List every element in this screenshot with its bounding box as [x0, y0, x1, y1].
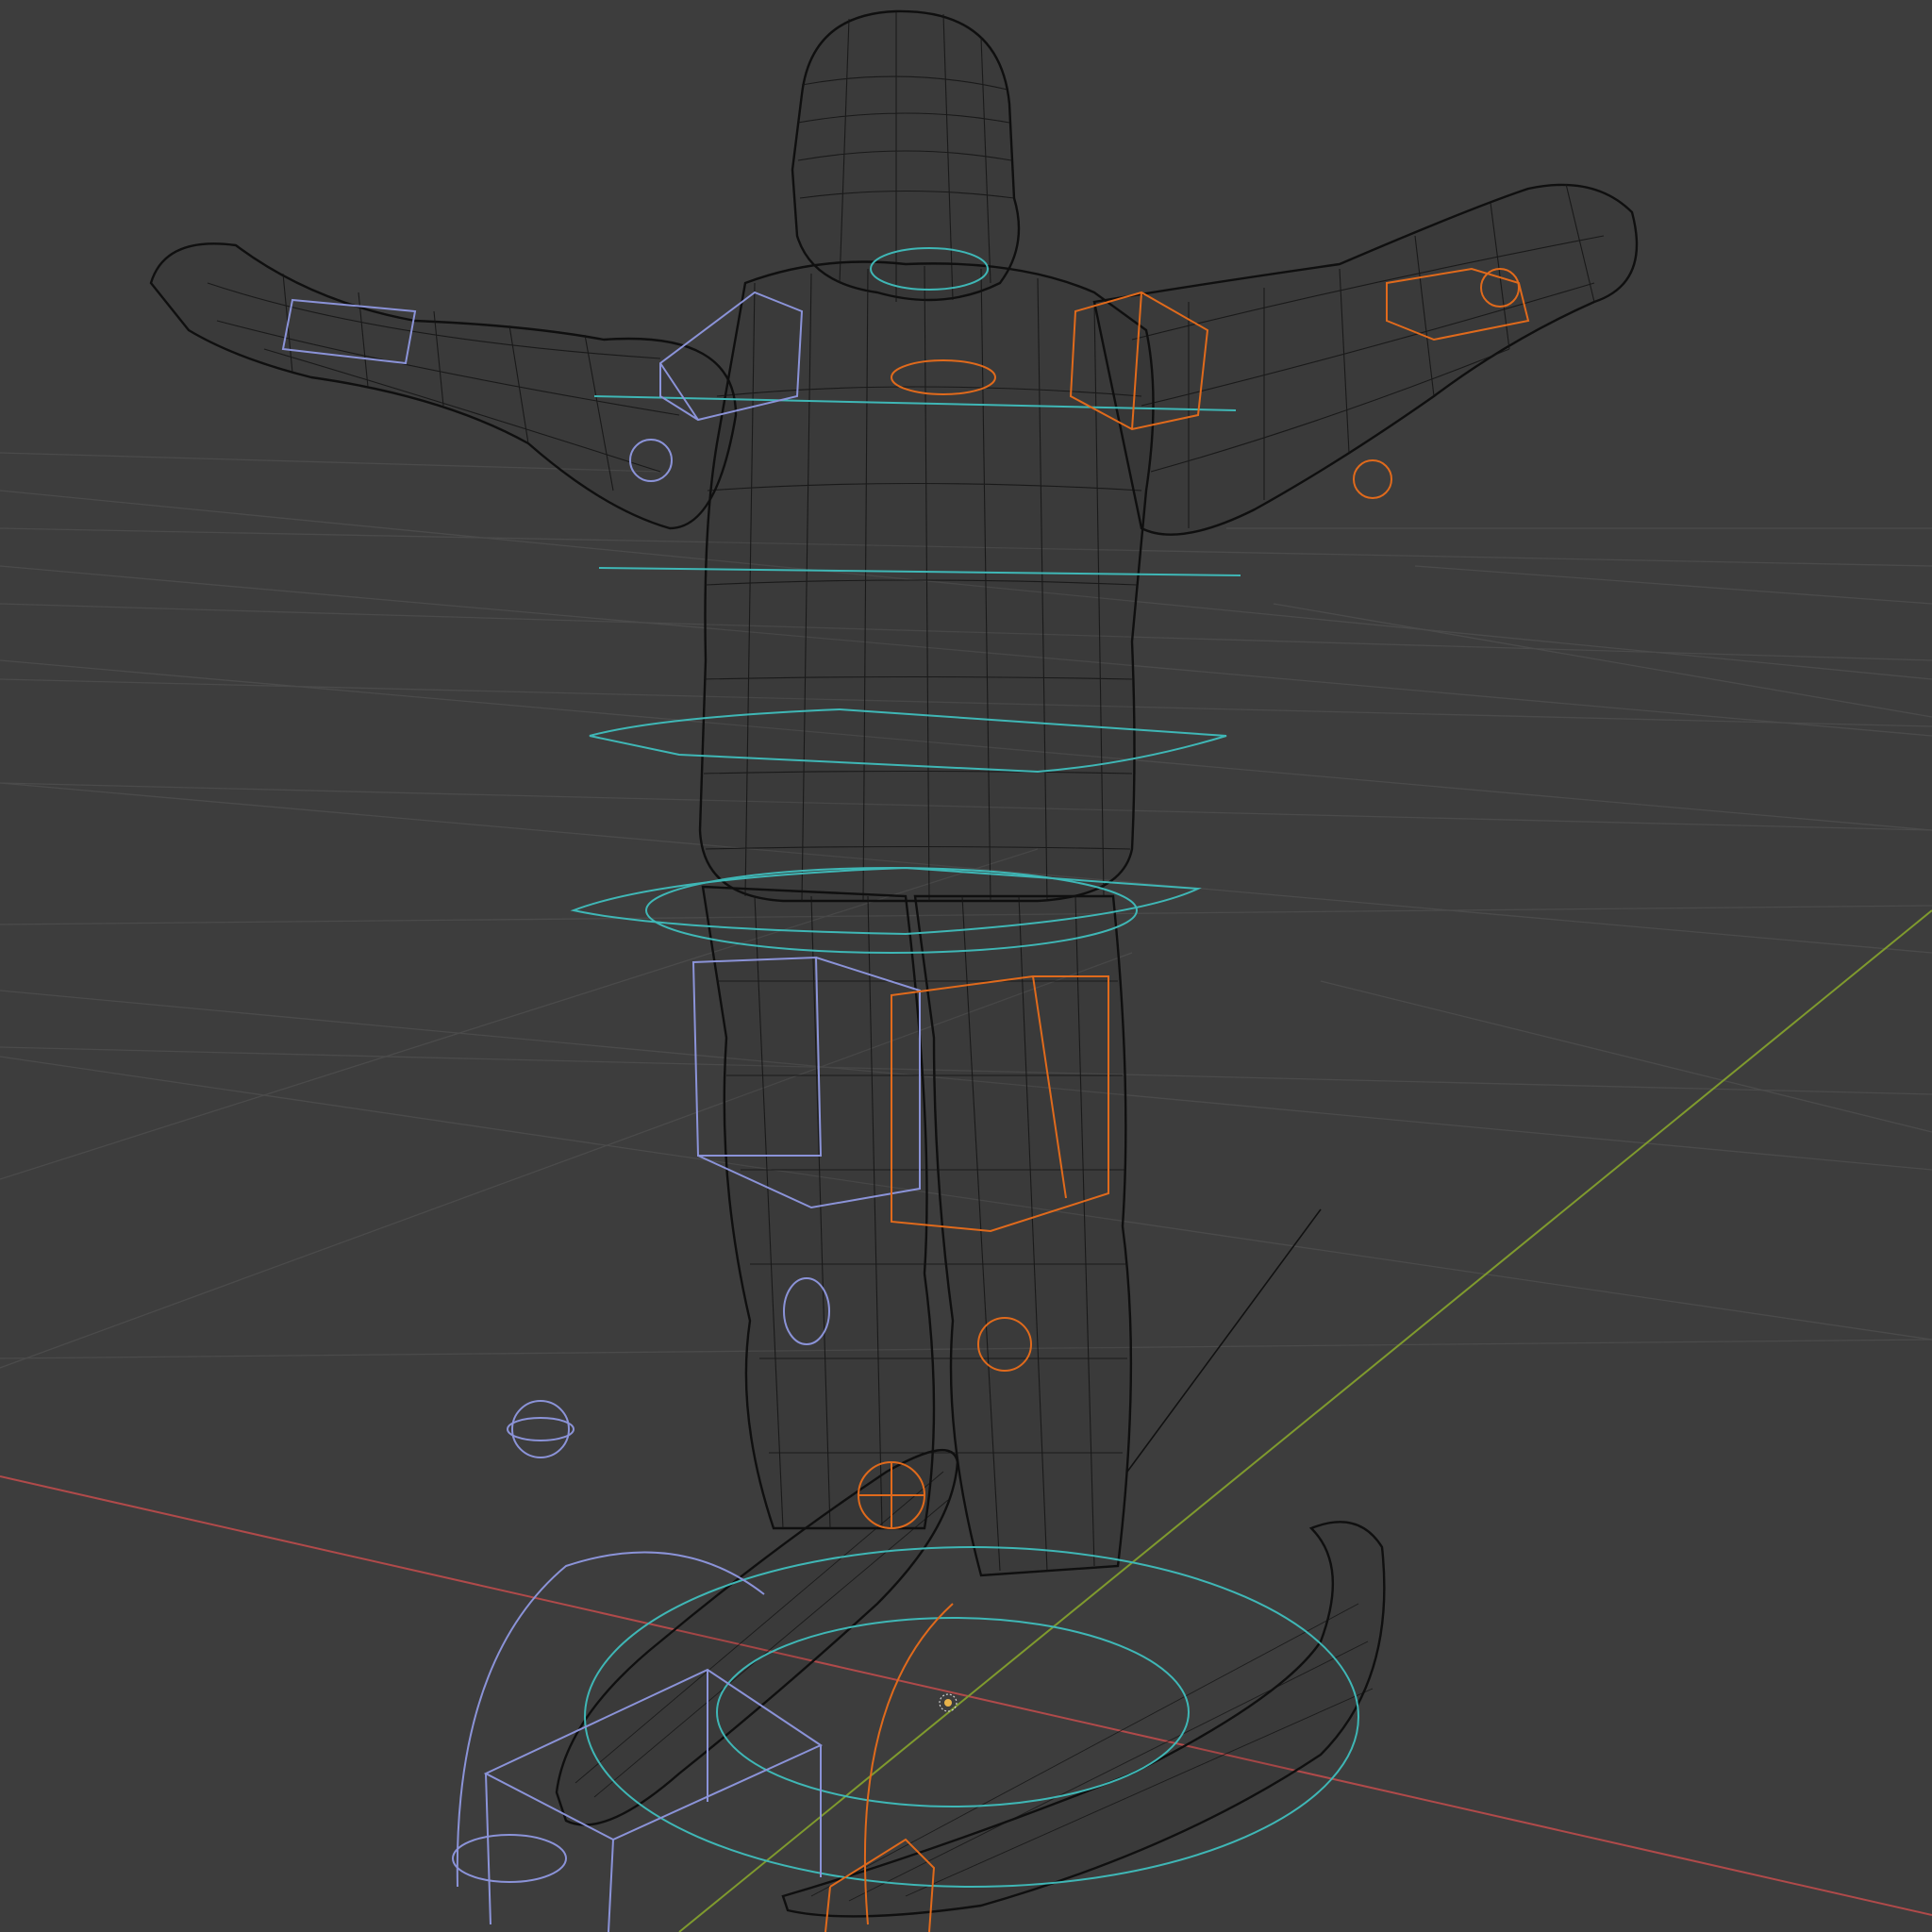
right-arm-mesh	[1092, 183, 1639, 536]
character-mesh[interactable]	[149, 9, 1639, 1918]
left-arm-mesh	[149, 242, 738, 530]
left-ski-mesh	[555, 1449, 959, 1826]
left-ik-target-ring[interactable]	[507, 1417, 575, 1441]
left-ik-target[interactable]	[511, 1400, 570, 1458]
right-elbow-control[interactable]	[1353, 459, 1392, 499]
left-leg-mesh	[701, 885, 936, 1530]
3d-viewport[interactable]	[0, 0, 1932, 1932]
viewport-canvas[interactable]	[0, 0, 1932, 1932]
left-heel-control[interactable]	[452, 1834, 567, 1883]
